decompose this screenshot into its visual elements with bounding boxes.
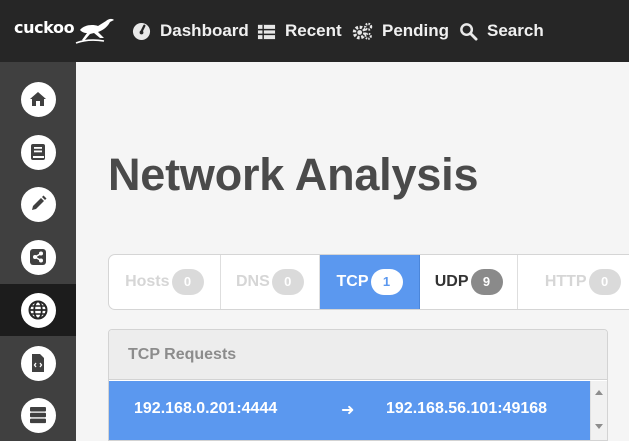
main-content: Network Analysis Hosts 0 DNS 0 TCP 1 UDP… [76,62,629,441]
nav-dashboard[interactable]: Dashboard [132,18,249,44]
tab-dns[interactable]: DNS 0 [221,255,321,309]
code-file-icon [32,354,44,372]
tab-udp[interactable]: UDP 9 [420,255,519,309]
tab-tcp-count: 1 [370,269,403,295]
share-icon [30,249,46,265]
scroll-down-icon[interactable] [595,424,603,429]
sidebar-item-summary[interactable] [0,126,76,178]
sidebar [0,62,76,441]
tab-udp-count: 9 [470,269,503,295]
network-tabs: Hosts 0 DNS 0 TCP 1 UDP 9 HTTP 0 [108,254,629,310]
tcp-requests-panel: TCP Requests 192.168.0.201:4444 ➜ 192.16… [108,329,608,441]
tab-tcp[interactable]: TCP 1 [320,255,420,309]
scroll-up-icon[interactable] [595,390,603,395]
list-icon [257,24,276,39]
globe-icon [28,300,48,320]
nav-recent-label: Recent [285,21,342,40]
top-navigation-bar: cuckoo Dashboard Recent Pending Search [0,0,629,62]
source-address: 192.168.0.201:4444 [134,400,278,417]
destination-address: 192.168.56.101:49168 [386,400,548,417]
gears-icon [352,22,373,40]
sidebar-item-behavior[interactable] [0,231,76,283]
tab-udp-label: UDP [434,273,469,290]
nav-dashboard-label: Dashboard [160,21,249,40]
tab-http-count: 0 [588,269,621,295]
nav-pending-label: Pending [382,21,450,40]
tab-http-label: HTTP [544,273,587,290]
book-icon [31,144,45,160]
panel-title: TCP Requests [109,330,607,380]
tab-dns-label: DNS [236,273,270,290]
table-row[interactable]: 192.168.0.201:4444 ➜ 192.168.56.101:4916… [109,381,592,440]
tab-http[interactable]: HTTP 0 [518,255,629,309]
sidebar-item-home[interactable] [0,73,76,125]
sidebar-item-network[interactable] [0,284,76,336]
tab-hosts-label: Hosts [125,273,170,290]
tab-dns-count: 0 [271,269,304,295]
sidebar-item-dropped-files[interactable] [0,337,76,389]
home-icon [30,92,46,106]
nav-pending[interactable]: Pending [352,18,449,44]
nav-search[interactable]: Search [459,18,544,44]
scrollbar[interactable] [590,381,607,440]
tab-hosts-count: 0 [171,269,204,295]
cuckoo-logo[interactable]: cuckoo [14,14,116,48]
cuckoo-bird-icon [75,18,114,44]
nav-search-label: Search [487,21,544,40]
tab-tcp-label: TCP [336,273,369,290]
search-icon [460,22,478,41]
arrow-right-icon: ➜ [341,402,355,419]
logo-text: cuckoo [14,18,75,37]
sidebar-item-memory[interactable] [0,389,76,441]
nav-recent[interactable]: Recent [257,18,342,44]
page-title: Network Analysis [108,149,479,200]
pencil-icon [32,195,47,210]
tab-hosts[interactable]: Hosts 0 [109,255,221,309]
server-icon [30,407,46,424]
sidebar-item-static[interactable] [0,178,76,230]
dashboard-icon [132,22,151,40]
